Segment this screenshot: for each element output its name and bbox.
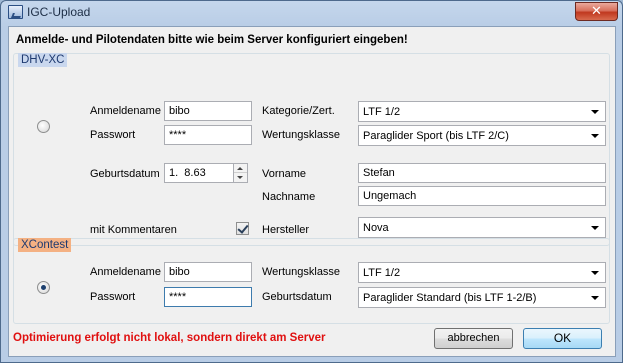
chevron-down-icon <box>591 271 599 275</box>
dhv-login-label: Anmeldename <box>90 105 161 117</box>
dhv-category-select[interactable]: LTF 1/2 <box>358 101 606 122</box>
dhv-xc-radio[interactable] <box>37 120 50 133</box>
spin-down-icon[interactable] <box>237 176 243 179</box>
dhv-category-value: LTF 1/2 <box>363 106 401 118</box>
dhv-manufacturer-value: Nova <box>363 222 389 234</box>
xc-class-select[interactable]: LTF 1/2 <box>358 262 606 283</box>
xc-password-label: Passwort <box>90 291 136 303</box>
app-window-icon <box>8 5 23 19</box>
dhv-comments-checkbox[interactable] <box>236 222 249 235</box>
dhv-lastname-label: Nachname <box>262 191 316 203</box>
xc-class-value: LTF 1/2 <box>363 267 401 279</box>
dhv-manufacturer-label: Hersteller <box>262 224 310 236</box>
xc-login-label: Anmeldename <box>90 266 161 278</box>
xcontest-group: XContest Anmeldename bibo Passwort **** … <box>13 238 610 324</box>
dhv-xc-legend: DHV-XC <box>18 53 68 67</box>
dhv-comments-label: mit Kommentaren <box>90 224 177 236</box>
dhv-class-select[interactable]: Paraglider Sport (bis LTF 2/C) <box>358 125 606 146</box>
ok-button[interactable]: OK <box>523 328 602 349</box>
chevron-down-icon <box>591 110 599 114</box>
xcontest-radio[interactable] <box>37 281 50 294</box>
xc-birthdate-select[interactable]: Paraglider Standard (bis LTF 1-2/B) <box>358 287 606 308</box>
dhv-class-value: Paraglider Sport (bis LTF 2/C) <box>363 130 509 142</box>
xc-birthdate-label: Geburtsdatum <box>262 291 332 303</box>
xc-password-input[interactable]: **** <box>164 287 252 307</box>
xcontest-legend: XContest <box>18 238 72 252</box>
chevron-down-icon <box>591 134 599 138</box>
title-bar[interactable]: IGC-Upload ✕ <box>1 1 622 25</box>
dhv-password-label: Passwort <box>90 129 136 141</box>
server-optimization-notice: Optimierung erfolgt nicht lokal, sondern… <box>13 332 326 344</box>
chevron-down-icon <box>591 296 599 300</box>
spin-up-icon[interactable] <box>237 167 243 170</box>
dhv-birthdate-spinner[interactable] <box>233 163 248 183</box>
xc-birthdate-value: Paraglider Standard (bis LTF 1-2/B) <box>363 292 537 304</box>
chevron-down-icon <box>591 226 599 230</box>
dhv-firstname-input[interactable]: Stefan <box>358 163 606 183</box>
dhv-firstname-label: Vorname <box>262 168 307 180</box>
instruction-text: Anmelde- und Pilotendaten bitte wie beim… <box>16 34 408 46</box>
dhv-manufacturer-select[interactable]: Nova <box>358 217 606 238</box>
dhv-class-label: Wertungsklasse <box>262 129 341 141</box>
dhv-birthdate-input[interactable]: 1. 8.63 <box>164 163 234 183</box>
window-title: IGC-Upload <box>27 5 91 19</box>
dhv-birthdate-label: Geburtsdatum <box>90 168 160 180</box>
dhv-category-label: Kategorie/Zert. <box>262 105 335 117</box>
dhv-password-input[interactable]: **** <box>164 125 252 145</box>
close-button[interactable]: ✕ <box>575 2 618 21</box>
dhv-login-input[interactable]: bibo <box>164 101 252 121</box>
xc-class-label: Wertungsklasse <box>262 266 341 278</box>
dhv-lastname-input[interactable]: Ungemach <box>358 186 606 206</box>
xc-login-input[interactable]: bibo <box>164 262 252 282</box>
dhv-xc-group: DHV-XC Anmeldename bibo Passwort **** Ka… <box>13 53 610 246</box>
dialog-body: Anmelde- und Pilotendaten bitte wie beim… <box>8 26 616 357</box>
dialog-window: IGC-Upload ✕ Anmelde- und Pilotendaten b… <box>0 0 623 363</box>
cancel-button[interactable]: abbrechen <box>434 328 513 349</box>
